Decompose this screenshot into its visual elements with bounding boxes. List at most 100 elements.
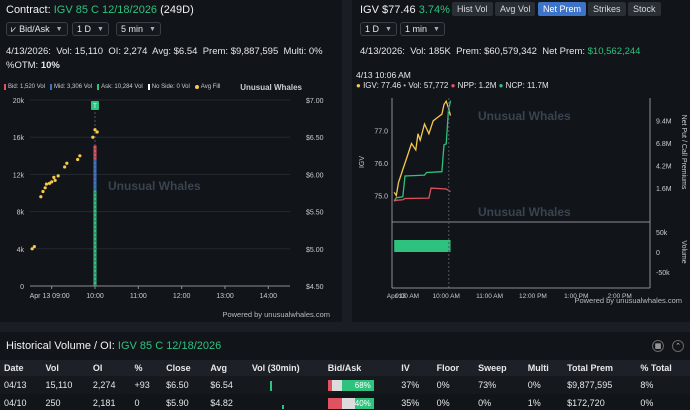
- table-row[interactable]: 04/10 250 2,181 0 $5.90 $4.82 40% 35% 0%…: [0, 394, 690, 410]
- cell-oi: 2,274: [88, 376, 131, 394]
- legend-ask[interactable]: Ask: 10,284 Vol: [97, 84, 143, 90]
- y-left-tick-label: 75.0: [374, 194, 388, 201]
- table-row[interactable]: 04/13 15,110 2,274 +93 $6.50 $6.54 68% 3…: [0, 376, 690, 394]
- historical-title-contract[interactable]: IGV 85 C 12/18/2026: [118, 340, 221, 352]
- tab-avg-vol[interactable]: Avg Vol: [495, 2, 536, 16]
- avg-fill-point: [53, 178, 57, 182]
- col-date[interactable]: Date: [0, 360, 42, 376]
- net-prem-chart[interactable]: Unusual Whales Unusual Whales IGV 75.0 76.0 7…: [352, 92, 690, 302]
- col-pct[interactable]: %: [130, 360, 163, 376]
- cell-avg: $6.54: [206, 376, 248, 394]
- stat-vol: Vol: 185K: [410, 46, 451, 57]
- y-right-tick-label: 6.8M: [656, 141, 672, 148]
- bar-size-label: 5 min: [121, 24, 144, 34]
- col-vol30[interactable]: Vol (30min): [247, 360, 324, 376]
- cell-floor: 0%: [436, 398, 450, 408]
- y-left-tick-label: 76.0: [374, 161, 388, 168]
- vol-tick-label: -50k: [656, 270, 670, 277]
- avg-fill-point: [32, 244, 36, 249]
- contract-label: Contract:: [6, 4, 51, 16]
- tab-stock[interactable]: Stock: [628, 2, 661, 16]
- cell-close: $5.90: [166, 398, 189, 408]
- legend-noside[interactable]: No Side: 0 Vol: [147, 84, 190, 90]
- vol30-sparkline: [252, 380, 292, 391]
- y-right-tick-label: $6.00: [306, 172, 324, 179]
- legend-brand: Unusual Whales: [240, 82, 302, 92]
- cell-multi: 0%: [523, 376, 564, 394]
- table-header-row: Date Vol OI % Close Avg Vol (30min) Bid/…: [0, 360, 690, 376]
- col-pct-total[interactable]: % Total: [636, 360, 690, 376]
- contract-volume-chart[interactable]: Unusual Whales 0 4k 8k 12k 16k 20k $4.50 $5.00 $5…: [0, 92, 342, 312]
- interval-dropdown[interactable]: 1 D ▼: [360, 22, 397, 36]
- trade-marker-label: T: [93, 104, 97, 110]
- avg-fill-point: [91, 135, 95, 139]
- col-bid-ask[interactable]: Bid/Ask: [323, 360, 398, 376]
- avg-fill-point: [44, 182, 49, 186]
- col-close[interactable]: Close: [162, 360, 207, 376]
- powered-by-text: Powered by unusualwhales.com: [574, 296, 682, 305]
- bid-ask-dropdown[interactable]: ⩗ Bid/Ask ▼: [6, 22, 68, 36]
- col-floor[interactable]: Floor: [432, 360, 475, 376]
- bar-size-label: 1 min: [405, 24, 428, 34]
- tab-strikes[interactable]: Strikes: [588, 2, 626, 16]
- y-left-tick-label: 0: [20, 284, 24, 291]
- x-tick-label: 10:00: [86, 293, 104, 300]
- col-oi[interactable]: OI: [88, 360, 131, 376]
- y-right-tick-label: $6.50: [306, 135, 324, 142]
- ticker-change: 3.74%: [418, 4, 450, 16]
- col-multi[interactable]: Multi: [523, 360, 564, 376]
- otm-value: 10%: [40, 60, 60, 71]
- contract-name[interactable]: IGV 85 C 12/18/2026: [54, 4, 157, 16]
- col-vol[interactable]: Vol: [41, 360, 89, 376]
- stat-multi: Multi: 0%: [283, 46, 323, 57]
- bar-size-dropdown[interactable]: 1 min ▼: [400, 22, 445, 36]
- chart-icon: ⩗: [11, 23, 17, 34]
- ticker-price: $77.46: [382, 4, 416, 16]
- y-left-tick-label: 8k: [17, 210, 25, 217]
- interval-label: 1 D: [365, 24, 380, 34]
- interval-dropdown[interactable]: 1 D ▼: [72, 22, 109, 36]
- col-total-prem[interactable]: Total Prem: [563, 360, 637, 376]
- x-tick-label: 10:00 AM: [432, 293, 459, 300]
- stat-avg: Avg: $6.54: [152, 46, 198, 57]
- avg-fill-point: [52, 175, 56, 179]
- cell-vol30: [247, 376, 324, 394]
- cell-close: $6.50: [162, 376, 207, 394]
- tooltip-vol: Vol: 57,772: [408, 81, 449, 90]
- bar-size-dropdown[interactable]: 5 min ▼: [116, 22, 161, 36]
- y-right-tick-label: 9.4M: [656, 119, 672, 126]
- tab-hist-vol[interactable]: Hist Vol: [452, 2, 493, 16]
- historical-volume-panel: Historical Volume / OI: IGV 85 C 12/18/2…: [0, 332, 690, 410]
- calendar-icon[interactable]: ▦: [652, 340, 664, 352]
- powered-by-text: Powered by unusualwhales.com: [222, 310, 330, 319]
- x-tick-label: 12:00 PM: [519, 293, 547, 300]
- tooltip-npp: NPP: 1.2M: [457, 81, 497, 90]
- col-iv[interactable]: IV: [397, 360, 433, 376]
- otm-label: %OTM:: [6, 60, 39, 71]
- col-sweep[interactable]: Sweep: [474, 360, 524, 376]
- volume-bars: [394, 240, 451, 252]
- chevron-down-icon: ▼: [433, 25, 440, 33]
- tooltip-igv: IGV: 77.46: [363, 81, 402, 90]
- chevron-down-icon: ▼: [55, 25, 63, 33]
- y-axis-title: IGV: [359, 156, 366, 168]
- stat-date: 4/13/2026:: [6, 46, 51, 57]
- col-avg[interactable]: Avg: [206, 360, 248, 376]
- avg-fill-point: [41, 189, 45, 194]
- tab-net-prem[interactable]: Net Prem: [538, 2, 587, 16]
- contract-title: Contract: IGV 85 C 12/18/2026 (249D): [6, 4, 194, 16]
- series-line-ncp: [393, 100, 452, 202]
- collapse-icon[interactable]: ⌃: [672, 340, 684, 352]
- y-left-tick-label: 77.0: [374, 129, 388, 136]
- y-right-tick-label: 1.6M: [656, 186, 672, 193]
- cell-pct-total: 8%: [636, 376, 690, 394]
- legend-bid[interactable]: Bid: 1,520 Vol: [4, 84, 45, 90]
- cell-bid-ask: 68%: [323, 376, 398, 394]
- cell-oi: 2,181: [92, 398, 116, 408]
- legend-avgfill[interactable]: Avg Fill: [194, 84, 220, 90]
- bid-ask-label: Bid/Ask: [19, 24, 50, 34]
- ticker-symbol: IGV: [360, 4, 379, 16]
- chevron-down-icon: ▼: [385, 25, 392, 33]
- legend-mid[interactable]: Mid: 3,306 Vol: [50, 84, 92, 90]
- x-tick-label: 11:00 AM: [476, 293, 503, 300]
